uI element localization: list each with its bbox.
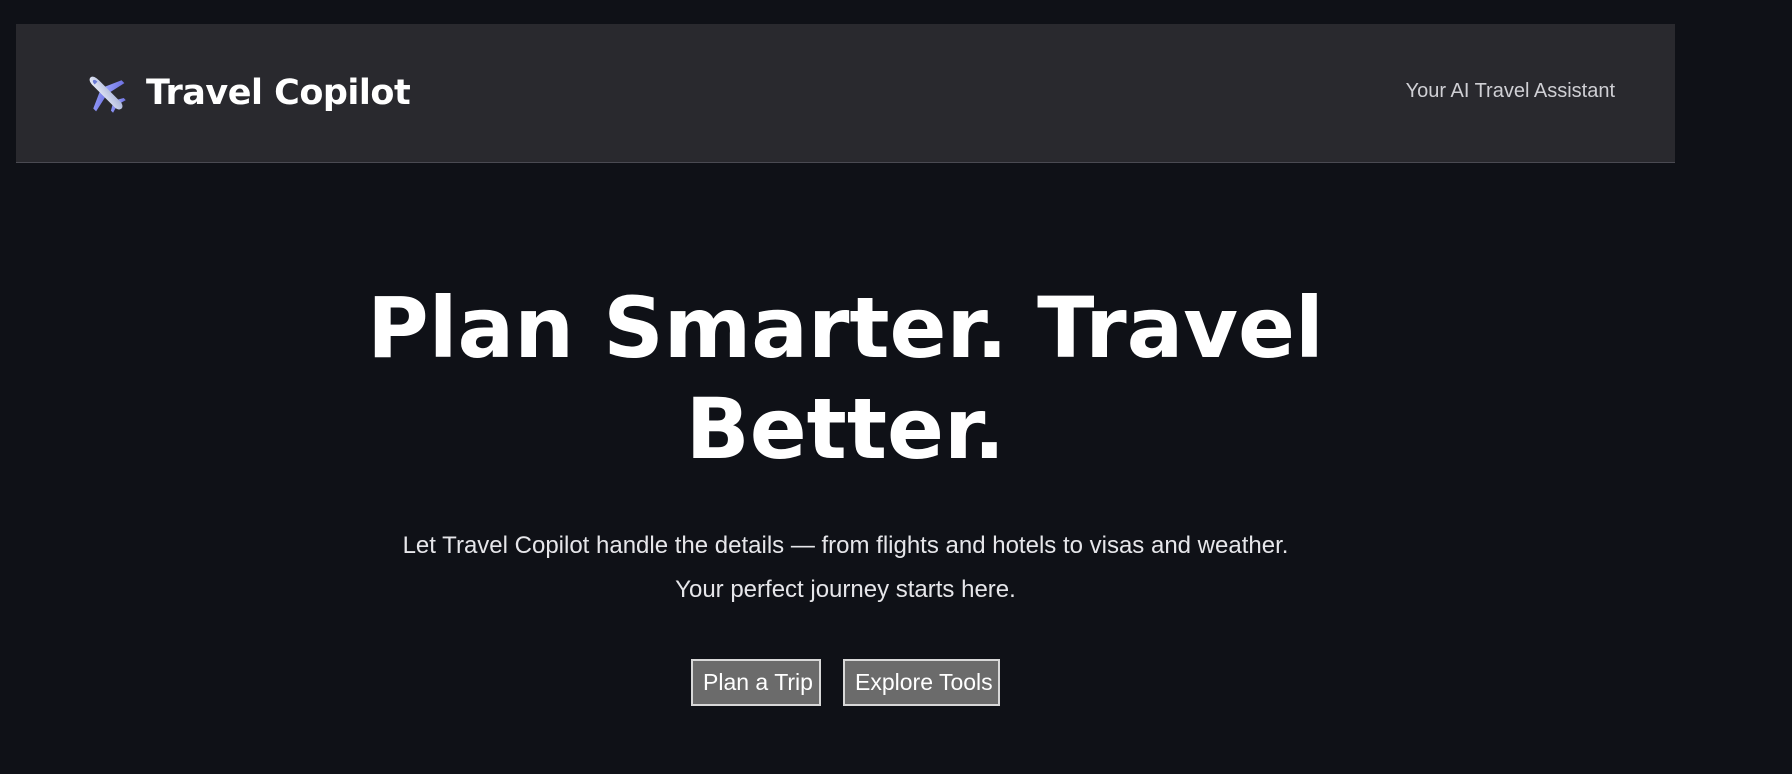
page: Travel Copilot Your AI Travel Assistant … <box>0 0 1792 774</box>
hero-title: Plan Smarter. Travel Better. <box>367 279 1324 478</box>
airplane-icon <box>82 69 130 117</box>
explore-tools-button[interactable]: Explore Tools <box>843 659 1000 706</box>
brand[interactable]: Travel Copilot <box>82 68 411 118</box>
hero-subtitle: Let Travel Copilot handle the details — … <box>402 532 1289 603</box>
tagline: Your AI Travel Assistant <box>1405 80 1615 102</box>
brand-name: Travel Copilot <box>146 73 411 113</box>
plan-a-trip-button[interactable]: Plan a Trip <box>691 659 821 706</box>
top-header: Travel Copilot Your AI Travel Assistant <box>16 24 1675 163</box>
